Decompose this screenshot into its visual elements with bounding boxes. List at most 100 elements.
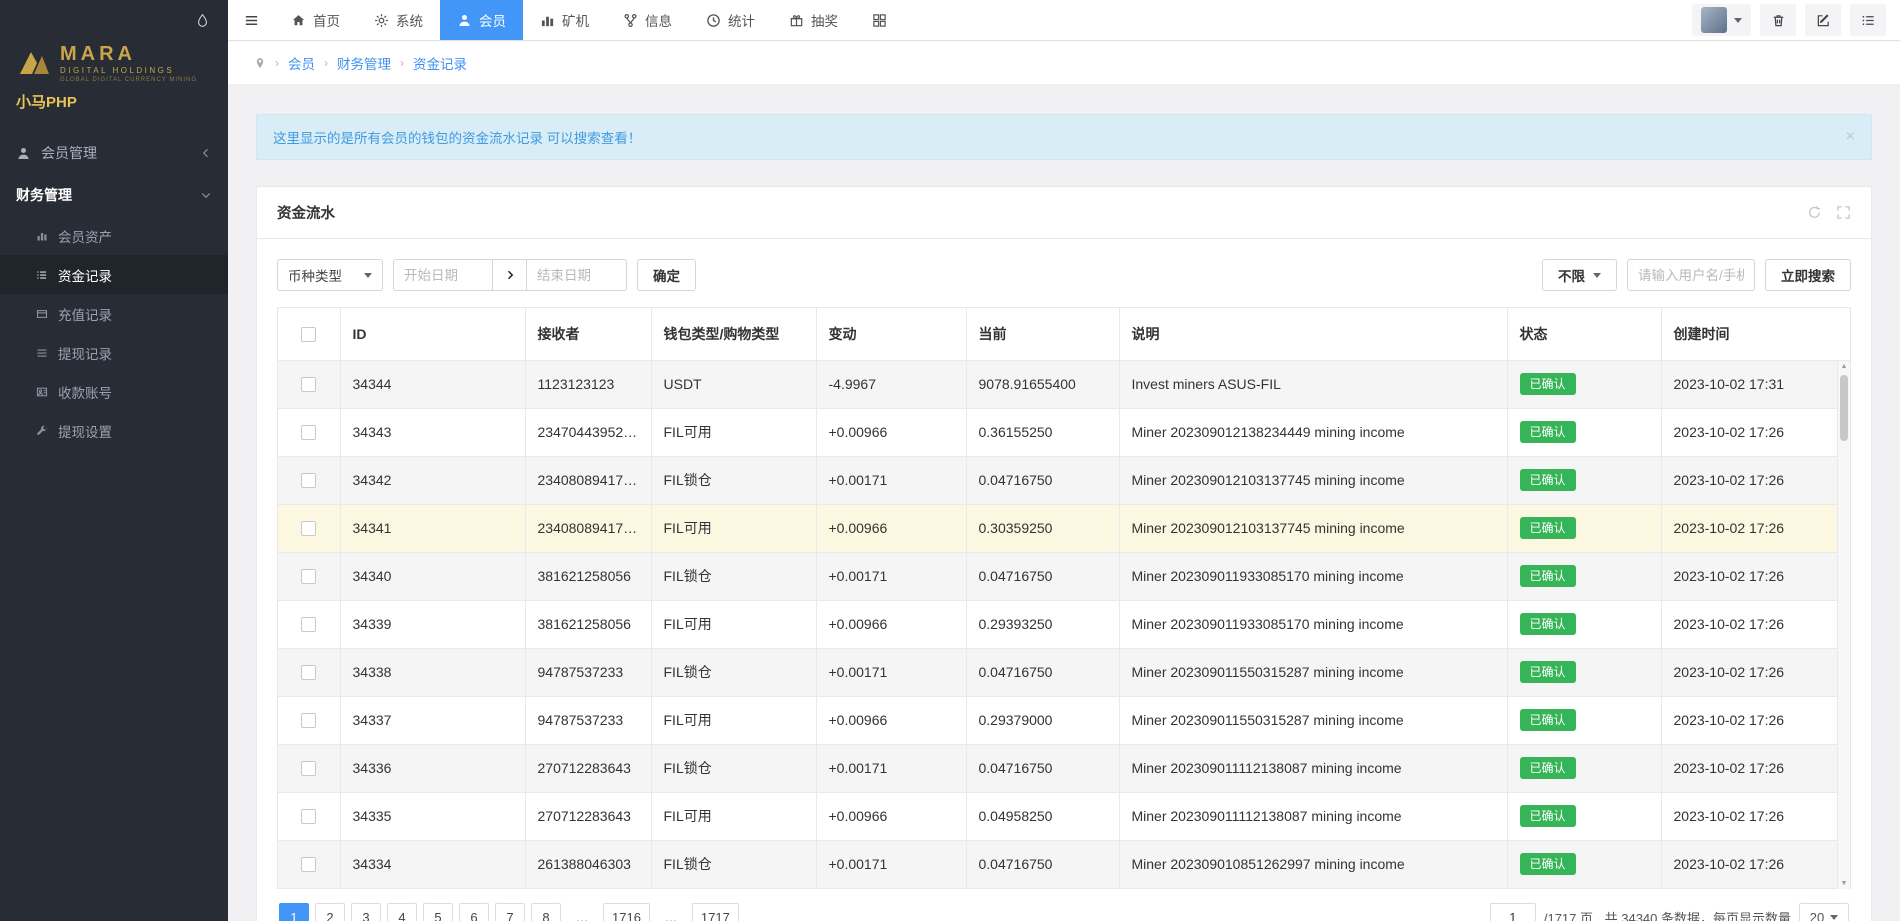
status-badge: 已确认 <box>1520 373 1576 395</box>
cell-id: 34338 <box>340 648 525 696</box>
sidebar-item-recharge-records[interactable]: 充值记录 <box>0 294 228 333</box>
page-button[interactable]: 1717 <box>692 903 739 921</box>
expand-icon[interactable] <box>1836 205 1851 220</box>
brand-subtitle: DIGITAL HOLDINGS <box>60 66 197 75</box>
table-scrollbar[interactable]: ▲ ▼ <box>1837 361 1850 889</box>
row-checkbox[interactable] <box>301 665 316 680</box>
tab-members[interactable]: 会员 <box>440 0 523 40</box>
caret-down-icon <box>1593 273 1601 278</box>
page-button[interactable]: 2 <box>315 903 345 921</box>
cell-receiver: 261388046303 <box>525 840 651 888</box>
gear-icon <box>374 13 389 28</box>
tab-home[interactable]: 首页 <box>274 0 357 40</box>
search-button[interactable]: 立即搜索 <box>1765 259 1851 291</box>
table-row: 34335 270712283643 FIL可用 +0.00966 0.0495… <box>278 792 1850 840</box>
sidebar-item-fund-records[interactable]: 资金记录 <box>0 255 228 294</box>
row-checkbox[interactable] <box>301 473 316 488</box>
scroll-up-arrow[interactable]: ▲ <box>1838 363 1850 370</box>
edit-button[interactable] <box>1805 4 1841 36</box>
sidebar-item-withdraw-records[interactable]: 提现记录 <box>0 333 228 372</box>
username-search-input[interactable] <box>1627 259 1755 291</box>
row-checkbox[interactable] <box>301 521 316 536</box>
list-icon <box>36 269 48 281</box>
tab-lottery[interactable]: 抽奖 <box>772 0 855 40</box>
page-ellipsis: … <box>656 903 686 921</box>
tab-miners[interactable]: 矿机 <box>523 0 606 40</box>
page-button[interactable]: 8 <box>531 903 561 921</box>
start-date-input[interactable] <box>393 259 493 291</box>
cell-change: +0.00171 <box>816 744 966 792</box>
log-list-button[interactable] <box>1850 4 1886 36</box>
column-header-wallet-type: 钱包类型/购物类型 <box>651 308 816 360</box>
breadcrumb-link-fund-records[interactable]: 资金记录 <box>413 53 467 73</box>
chevron-right-icon <box>504 269 516 281</box>
user-menu[interactable] <box>1692 4 1751 36</box>
clear-cache-button[interactable] <box>1760 4 1796 36</box>
topbar: 首页 系统 会员 矿机 信息 <box>228 0 1900 40</box>
row-checkbox[interactable] <box>301 425 316 440</box>
row-checkbox[interactable] <box>301 809 316 824</box>
scrollbar-thumb[interactable] <box>1840 375 1848 441</box>
bar-chart-icon <box>540 13 555 28</box>
cell-description: Miner 202309010851262997 mining income <box>1119 840 1507 888</box>
sidebar-item-label: 提现设置 <box>58 421 112 441</box>
close-icon[interactable]: × <box>1846 129 1855 145</box>
end-date-input[interactable] <box>527 259 627 291</box>
select-all-checkbox[interactable] <box>301 327 316 342</box>
tab-label: 抽奖 <box>811 10 838 30</box>
page-button[interactable]: 1 <box>279 903 309 921</box>
page-button[interactable]: 7 <box>495 903 525 921</box>
column-header-status: 状态 <box>1507 308 1661 360</box>
tab-messages[interactable]: 信息 <box>606 0 689 40</box>
row-checkbox[interactable] <box>301 569 316 584</box>
page-size-select[interactable]: 20 <box>1799 903 1849 921</box>
brand-tagline: GLOBAL DIGITAL CURRENCY MINING <box>60 77 197 83</box>
grid-icon <box>872 13 887 28</box>
cell-id: 34339 <box>340 600 525 648</box>
account-card-icon <box>36 386 48 398</box>
sidebar-item-finance-management[interactable]: 财务管理 <box>0 174 228 216</box>
card-body: 币种类型 确定 不限 <box>257 239 1871 921</box>
breadcrumb-link-finance[interactable]: 财务管理 <box>337 53 391 73</box>
date-range-arrow-button[interactable] <box>493 259 527 291</box>
app-root: MARA DIGITAL HOLDINGS GLOBAL DIGITAL CUR… <box>0 0 1900 921</box>
sidebar-item-label: 会员资产 <box>58 226 112 246</box>
row-checkbox[interactable] <box>301 617 316 632</box>
table-row: 34339 381621258056 FIL可用 +0.00966 0.2939… <box>278 600 1850 648</box>
refresh-icon[interactable] <box>1807 205 1822 220</box>
sidebar-item-member-assets[interactable]: 会员资产 <box>0 216 228 255</box>
apps-grid-button[interactable] <box>855 0 904 40</box>
page-button[interactable]: 3 <box>351 903 381 921</box>
sidebar-toggle-button[interactable] <box>228 0 274 40</box>
cell-description: Miner 202309012103137745 mining income <box>1119 456 1507 504</box>
confirm-button[interactable]: 确定 <box>637 259 696 291</box>
page-button[interactable]: 6 <box>459 903 489 921</box>
tab-statistics[interactable]: 统计 <box>689 0 772 40</box>
coin-type-select[interactable]: 币种类型 <box>277 259 383 291</box>
cell-receiver: 381621258056 <box>525 552 651 600</box>
row-checkbox[interactable] <box>301 713 316 728</box>
breadcrumb-link-members[interactable]: 会员 <box>288 53 315 73</box>
row-checkbox[interactable] <box>301 761 316 776</box>
page-button[interactable]: 4 <box>387 903 417 921</box>
sidebar-item-payment-accounts[interactable]: 收款账号 <box>0 372 228 411</box>
cell-description: Miner 202309012138234449 mining income <box>1119 408 1507 456</box>
status-badge: 已确认 <box>1520 805 1576 827</box>
sidebar-item-member-management[interactable]: 会员管理 <box>0 132 228 174</box>
sidebar-item-withdraw-settings[interactable]: 提现设置 <box>0 411 228 450</box>
page-jump-input[interactable] <box>1490 903 1536 921</box>
scroll-down-arrow[interactable]: ▼ <box>1838 880 1850 887</box>
page-button[interactable]: 5 <box>423 903 453 921</box>
cell-receiver: 270712283643 <box>525 792 651 840</box>
row-checkbox[interactable] <box>301 857 316 872</box>
limit-filter-dropdown[interactable]: 不限 <box>1542 259 1617 291</box>
column-header-created-at: 创建时间 <box>1661 308 1850 360</box>
table-row: 34341 23408089417976 FIL可用 +0.00966 0.30… <box>278 504 1850 552</box>
site-name: 小马PHP <box>16 91 214 112</box>
cell-wallet-type: FIL锁仓 <box>651 744 816 792</box>
row-checkbox[interactable] <box>301 377 316 392</box>
page-button[interactable]: 1716 <box>603 903 650 921</box>
droplet-icon[interactable] <box>195 13 210 28</box>
tab-system[interactable]: 系统 <box>357 0 440 40</box>
card-tools <box>1807 205 1851 220</box>
